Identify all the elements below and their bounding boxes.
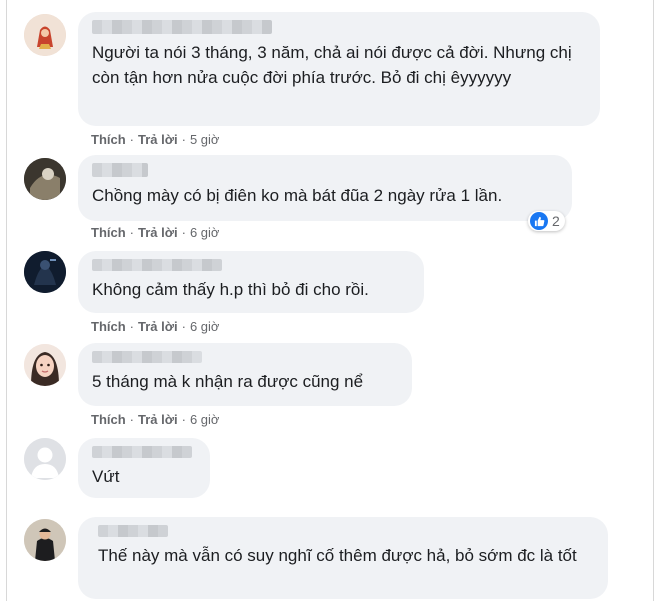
separator: · xyxy=(129,319,135,334)
like-link[interactable]: Thích xyxy=(91,319,126,334)
comment-text: Không cảm thấy h.p thì bỏ đi cho rồi. xyxy=(92,280,369,299)
separator: · xyxy=(181,132,186,147)
separator: · xyxy=(129,225,135,240)
comment-text: 5 tháng mà k nhận ra được cũng nể xyxy=(92,372,364,391)
comment-bubble[interactable]: Vứt xyxy=(78,438,210,498)
author-name[interactable] xyxy=(92,163,148,177)
comment-actions: Thích · Trả lời · 6 giờ xyxy=(91,225,219,240)
timestamp[interactable]: 6 giờ xyxy=(190,412,220,427)
reaction-summary[interactable]: 2 xyxy=(528,211,565,231)
comment-actions: Thích · Trả lời · 5 giờ xyxy=(91,132,219,147)
comment-actions: Thích · Trả lời · 6 giờ xyxy=(91,412,219,427)
reply-link[interactable]: Trả lời xyxy=(138,319,178,334)
comment-text: Thế này mà vẫn có suy nghĩ cố thêm được … xyxy=(98,546,577,565)
reply-link[interactable]: Trả lời xyxy=(138,412,178,427)
author-name[interactable] xyxy=(92,259,222,271)
reaction-count: 2 xyxy=(552,213,560,229)
author-name[interactable] xyxy=(92,351,202,363)
like-link[interactable]: Thích xyxy=(91,225,126,240)
like-link[interactable]: Thích xyxy=(91,132,126,147)
like-reaction-icon xyxy=(530,212,548,230)
separator: · xyxy=(181,225,186,240)
separator: · xyxy=(181,412,186,427)
separator: · xyxy=(181,319,186,334)
avatar[interactable] xyxy=(24,519,66,561)
avatar[interactable] xyxy=(24,14,66,56)
comment-bubble[interactable]: 5 tháng mà k nhận ra được cũng nể xyxy=(78,343,412,406)
author-name[interactable] xyxy=(92,20,272,34)
timestamp[interactable]: 6 giờ xyxy=(190,319,220,334)
author-name[interactable] xyxy=(98,525,168,537)
timestamp[interactable]: 5 giờ xyxy=(190,132,220,147)
comment-bubble[interactable]: Thế này mà vẫn có suy nghĩ cố thêm được … xyxy=(78,517,608,599)
comment-bubble[interactable]: Chồng mày có bị điên ko mà bát đũa 2 ngà… xyxy=(78,155,572,221)
separator: · xyxy=(129,412,135,427)
avatar[interactable] xyxy=(24,251,66,293)
comment-text: Vứt xyxy=(92,467,120,486)
timestamp[interactable]: 6 giờ xyxy=(190,225,220,240)
comment-text: Chồng mày có bị điên ko mà bát đũa 2 ngà… xyxy=(92,186,503,205)
default-avatar-icon[interactable] xyxy=(24,438,66,480)
reply-link[interactable]: Trả lời xyxy=(138,225,178,240)
separator: · xyxy=(129,132,135,147)
avatar[interactable] xyxy=(24,344,66,386)
comment-bubble[interactable]: Không cảm thấy h.p thì bỏ đi cho rồi. xyxy=(78,251,424,313)
like-link[interactable]: Thích xyxy=(91,412,126,427)
comment-actions: Thích · Trả lời · 6 giờ xyxy=(91,319,219,334)
comment-bubble[interactable]: Người ta nói 3 tháng, 3 năm, chả ai nói … xyxy=(78,12,600,126)
comment-text: Người ta nói 3 tháng, 3 năm, chả ai nói … xyxy=(92,43,572,87)
reply-link[interactable]: Trả lời xyxy=(138,132,178,147)
avatar[interactable] xyxy=(24,158,66,200)
author-name[interactable] xyxy=(92,446,192,458)
